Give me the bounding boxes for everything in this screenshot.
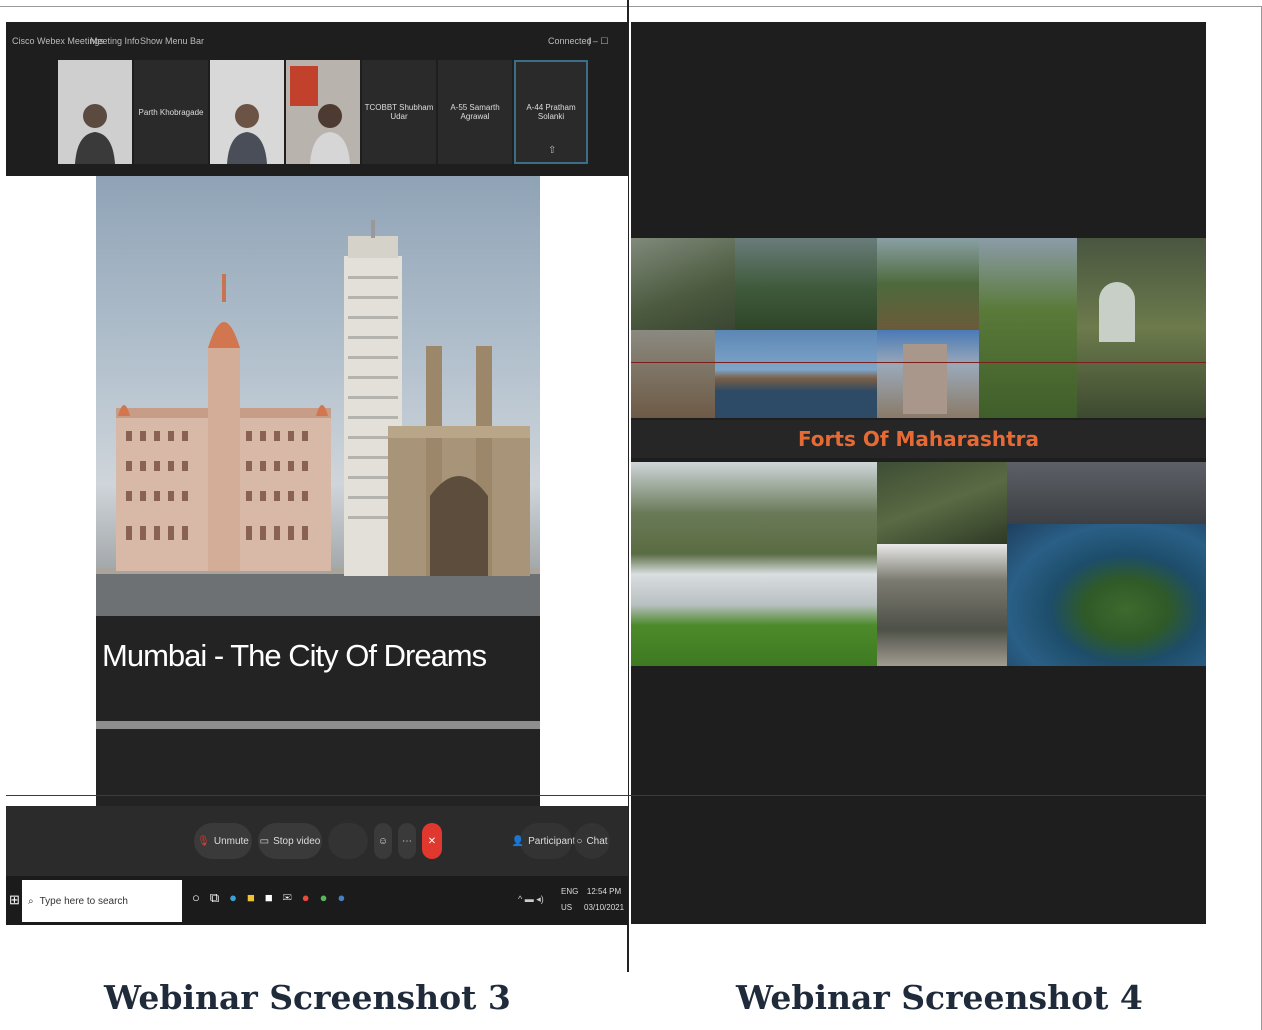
participant-name: A-55 Samarth Agrawal bbox=[450, 103, 500, 121]
island-fort-photo bbox=[1007, 524, 1206, 666]
fort-gate-arch bbox=[1099, 282, 1135, 342]
slide-progress-strip bbox=[96, 721, 540, 729]
webinar-screenshot-3: Cisco Webex Meetings Meeting Info Show M… bbox=[6, 22, 628, 925]
participant-name-tile-active[interactable]: A-44 Pratham Solanki ⇧ bbox=[514, 60, 588, 164]
fort-photo bbox=[631, 238, 735, 330]
close-icon: ✕ bbox=[427, 835, 437, 847]
coastal-fort-photo bbox=[631, 462, 877, 666]
webinar-screenshot-4: Forts Of Maharashtra bbox=[631, 22, 1206, 924]
participant-name: TCOBBT Shubham Udar bbox=[364, 103, 434, 121]
app-icon: ● bbox=[319, 890, 338, 905]
participant-video-tile[interactable] bbox=[286, 60, 360, 164]
file-explorer-icon: ■ bbox=[247, 890, 265, 905]
share-button[interactable] bbox=[328, 823, 368, 859]
mumbai-skyline-illustration bbox=[96, 220, 540, 616]
more-icon: ⋯ bbox=[402, 835, 412, 847]
hill-fort-photo bbox=[877, 544, 1007, 666]
windows-taskbar: ⊞ ⌕ Type here to search ○⧉●■■✉●●● ^ ▬ ◂)… bbox=[6, 876, 628, 925]
slide-photo-mumbai bbox=[96, 176, 540, 616]
person-avatar-icon bbox=[75, 104, 115, 164]
caption-screenshot-3: Webinar Screenshot 3 bbox=[104, 978, 511, 1017]
participant-name: Parth Khobragade bbox=[138, 107, 204, 117]
fort-photo bbox=[1077, 238, 1206, 418]
fort-photo bbox=[735, 238, 877, 330]
fort-photo bbox=[1007, 462, 1206, 524]
show-menu-bar-button[interactable]: Show Menu Bar bbox=[140, 36, 204, 46]
tray-language[interactable]: ENG US bbox=[561, 884, 578, 916]
slide-title: Forts Of Maharashtra bbox=[797, 427, 1040, 451]
share-icon: ⇧ bbox=[548, 145, 557, 156]
meeting-info-button[interactable]: Meeting Info bbox=[90, 36, 140, 46]
taskbar-search-box[interactable]: ⌕ Type here to search bbox=[22, 880, 182, 922]
participants-button[interactable]: 👤 Participants bbox=[512, 823, 580, 859]
scan-artifact-line bbox=[631, 362, 1206, 363]
taskbar-pinned-apps[interactable]: ○⧉●■■✉●●● bbox=[192, 890, 355, 906]
participant-name-tile[interactable]: Parth Khobragade bbox=[134, 60, 208, 164]
person-avatar-icon bbox=[310, 104, 350, 164]
unmute-button[interactable]: 🎙 Unmute bbox=[194, 823, 252, 859]
page-frame-top bbox=[0, 6, 1262, 7]
more-options-button[interactable]: ⋯ bbox=[398, 823, 416, 859]
taskbar-clock[interactable]: 12:54 PM 03/10/2021 bbox=[584, 884, 624, 916]
system-tray-icons[interactable]: ^ ▬ ◂) bbox=[518, 894, 544, 905]
cortana-icon: ○ bbox=[192, 890, 210, 905]
smiley-icon: ☺ bbox=[377, 835, 389, 847]
participant-name-tile[interactable]: A-55 Samarth Agrawal bbox=[438, 60, 512, 164]
connection-status: Connected bbox=[548, 36, 592, 46]
leave-meeting-button[interactable]: ✕ bbox=[422, 823, 442, 859]
chat-button[interactable]: ○ Chat bbox=[574, 823, 610, 859]
meeting-controls-bar: 🎙 Unmute ▭ Stop video ☺ ⋯ ✕ 👤 Participan… bbox=[6, 806, 628, 876]
clock-date: 03/10/2021 bbox=[584, 903, 625, 912]
participant-video-tile[interactable] bbox=[58, 60, 132, 164]
windows-start-icon[interactable]: ⊞ bbox=[9, 892, 20, 908]
slide-caption: Mumbai - The City Of Dreams bbox=[102, 638, 487, 673]
fort-photo bbox=[979, 238, 1077, 418]
unmute-label: Unmute bbox=[213, 835, 249, 847]
participant-name-tile[interactable]: TCOBBT Shubham Udar bbox=[362, 60, 436, 164]
chrome-icon: ● bbox=[301, 890, 320, 905]
fort-tower bbox=[903, 344, 947, 414]
fort-photo bbox=[715, 330, 877, 418]
fort-photo bbox=[877, 330, 979, 418]
chat-icon: ○ bbox=[576, 835, 583, 847]
meeting-titlebar: Cisco Webex Meetings Meeting Info Show M… bbox=[6, 22, 628, 58]
fort-photo bbox=[877, 238, 979, 330]
presentation-slide: Mumbai - The City Of Dreams bbox=[96, 176, 540, 806]
stop-video-button[interactable]: ▭ Stop video bbox=[258, 823, 322, 859]
language-code: ENG bbox=[561, 887, 579, 896]
participant-video-tile[interactable] bbox=[210, 60, 284, 164]
caption-screenshot-4: Webinar Screenshot 4 bbox=[736, 978, 1143, 1017]
shared-screen-stage: Mumbai - The City Of Dreams bbox=[6, 176, 628, 806]
scan-artifact-line bbox=[6, 795, 1206, 796]
window-controls[interactable]: | – ☐ bbox=[588, 36, 608, 47]
participants-label: Participants bbox=[528, 835, 581, 847]
mail-icon: ✉ bbox=[282, 890, 302, 905]
stop-video-label: Stop video bbox=[273, 835, 321, 847]
microphone-muted-icon: 🎙 bbox=[197, 835, 210, 847]
edge-icon: ● bbox=[229, 890, 248, 905]
fort-photo bbox=[631, 330, 715, 418]
webex-icon: ● bbox=[337, 890, 356, 905]
camera-icon: ▭ bbox=[259, 835, 270, 847]
clock-time: 12:54 PM bbox=[586, 887, 622, 896]
task-view-icon: ⧉ bbox=[209, 890, 230, 905]
reactions-button[interactable]: ☺ bbox=[374, 823, 392, 859]
region-code: US bbox=[561, 903, 573, 912]
person-avatar-icon bbox=[227, 104, 267, 164]
search-placeholder: Type here to search bbox=[39, 895, 128, 907]
chat-label: Chat bbox=[586, 835, 608, 847]
fort-aerial-photo bbox=[877, 462, 1007, 544]
search-icon: ⌕ bbox=[28, 895, 34, 907]
person-icon: 👤 bbox=[511, 835, 525, 847]
store-icon: ■ bbox=[264, 890, 283, 905]
slide-title-band: Forts Of Maharashtra bbox=[631, 420, 1206, 458]
participant-name: A-44 Pratham Solanki bbox=[526, 103, 576, 121]
